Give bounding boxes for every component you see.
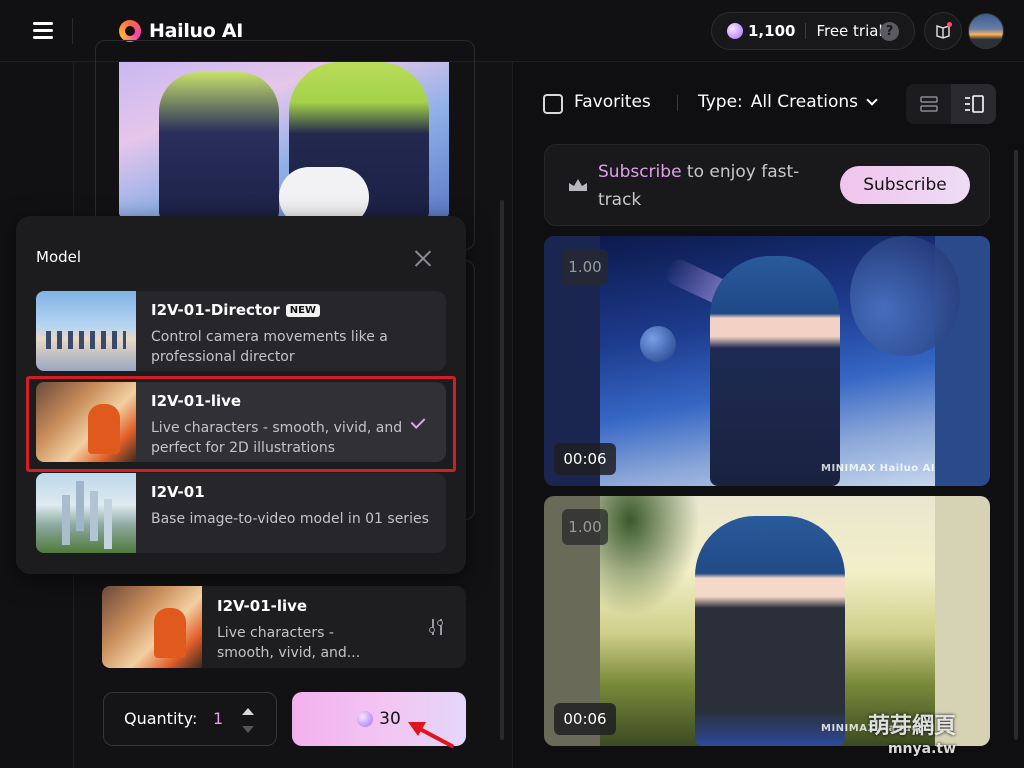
list-view-button[interactable]: [906, 84, 951, 124]
right-scrollbar[interactable]: [1014, 150, 1018, 740]
model-name: I2V-01-Director NEW: [151, 301, 321, 319]
check-icon: [413, 415, 427, 425]
model-thumbnail: [36, 291, 136, 371]
favorites-label[interactable]: Favorites: [574, 92, 651, 112]
type-filter[interactable]: Type: All Creations: [698, 92, 878, 112]
credits-pill[interactable]: 1,100 Free trial ?: [711, 12, 915, 50]
crown-icon: [569, 179, 587, 191]
selected-model-card[interactable]: I2V-01-live Live characters - smooth, vi…: [102, 586, 466, 668]
ratio-badge: 1.00: [562, 509, 608, 545]
selected-model-description: Live characters - smooth, vivid, and...: [217, 625, 361, 661]
logo-icon: [119, 20, 141, 42]
notification-dot: [947, 22, 952, 27]
subscribe-button[interactable]: Subscribe: [840, 166, 970, 204]
decrement-icon[interactable]: [242, 726, 254, 733]
model-option-live[interactable]: I2V-01-live Live characters - smooth, vi…: [36, 382, 446, 462]
menu-icon[interactable]: [33, 22, 53, 39]
type-value: All Creations: [750, 92, 859, 112]
type-label: Type:: [698, 92, 743, 112]
help-icon[interactable]: ?: [880, 22, 899, 41]
site-watermark-line2: mnya.tw: [887, 741, 957, 757]
filter-divider: [677, 95, 678, 111]
quantity-value: 1: [213, 709, 224, 728]
logo-text: Hailuo AI: [149, 20, 244, 42]
new-badge: NEW: [285, 303, 321, 317]
site-watermark-line1: 萌芽網頁: [868, 714, 957, 739]
favorites-checkbox[interactable]: [543, 94, 563, 114]
book-button[interactable]: [924, 12, 962, 50]
header-divider: [72, 18, 73, 44]
uploaded-image[interactable]: [119, 62, 449, 217]
site-watermark: 萌芽網頁 mnya.tw: [868, 716, 956, 760]
model-description: Live characters - smooth, vivid, and per…: [151, 420, 403, 456]
quantity-label: Quantity:: [124, 709, 198, 728]
selected-model-name: I2V-01-live: [217, 597, 308, 615]
popup-title: Model: [36, 248, 82, 266]
list-view-icon: [919, 96, 938, 112]
free-trial-link[interactable]: Free trial: [816, 22, 882, 40]
model-option-director[interactable]: I2V-01-Director NEW Control camera movem…: [36, 291, 446, 371]
close-icon[interactable]: [414, 249, 432, 267]
video-watermark: MINIMAX Hailuo AI: [821, 463, 936, 474]
quantity-stepper[interactable]: Quantity: 1: [103, 692, 277, 746]
model-description: Control camera movements like a professi…: [151, 329, 388, 365]
model-popup: Model I2V-01-Director NEW Control camera…: [16, 216, 466, 574]
model-thumbnail: [36, 382, 136, 462]
model-description: Base image-to-video model in 01 series: [151, 511, 429, 527]
ratio-badge: 1.00: [562, 249, 608, 285]
duration-badge: 00:06: [554, 443, 616, 475]
arrow-icon: [408, 722, 454, 748]
subscribe-text-highlight: Subscribe: [598, 162, 682, 182]
video-thumbnail: [600, 496, 935, 746]
credits-value: 1,100: [748, 22, 796, 40]
model-name-text: I2V-01-Director: [151, 301, 280, 319]
model-option-base[interactable]: I2V-01 Base image-to-video model in 01 s…: [36, 473, 446, 553]
duration-badge: 00:06: [554, 703, 616, 735]
left-scrollbar[interactable]: [500, 200, 504, 740]
video-card[interactable]: 1.00 00:06 MINIMAX Hailuo AI: [544, 236, 990, 486]
model-name: I2V-01: [151, 483, 205, 501]
pill-divider: [805, 23, 807, 39]
grid-view-icon: [964, 95, 984, 113]
model-thumbnail: [102, 586, 202, 668]
model-thumbnail: [36, 473, 136, 553]
subscribe-banner: Subscribe to enjoy fast-track Subscribe: [544, 144, 990, 226]
video-thumbnail: [600, 236, 960, 486]
gem-icon: [727, 23, 743, 39]
grid-view-button[interactable]: [951, 84, 996, 124]
video-card[interactable]: 1.00 00:06 MINIMAX Hailuo AI: [544, 496, 990, 746]
subscribe-text: Subscribe to enjoy fast-track: [598, 158, 828, 214]
avatar[interactable]: [968, 13, 1004, 49]
generate-cost: 30: [379, 709, 401, 729]
model-name: I2V-01-live: [151, 392, 242, 410]
chevron-down-icon: [866, 94, 878, 106]
gem-icon: [357, 711, 374, 727]
tune-icon[interactable]: [429, 618, 445, 636]
increment-icon[interactable]: [242, 708, 254, 715]
view-toggle: [906, 84, 996, 124]
